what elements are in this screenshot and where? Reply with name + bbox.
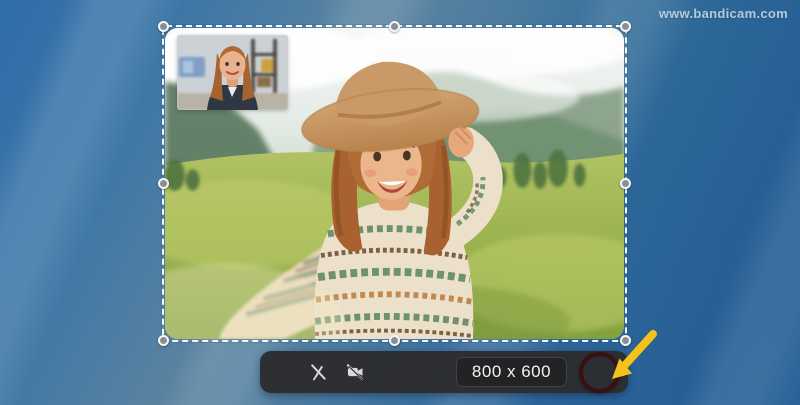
close-button[interactable] (272, 362, 293, 383)
selection-handle-top-middle[interactable] (389, 21, 400, 32)
mic-button[interactable] (412, 355, 446, 389)
selection-handle-top-left[interactable] (158, 21, 169, 32)
webcam-off-button[interactable] (338, 355, 372, 389)
selection-handle-middle-left[interactable] (158, 178, 169, 189)
selection-handle-top-right[interactable] (620, 21, 631, 32)
pointer-arrow-icon (598, 328, 668, 390)
selection-handle-middle-right[interactable] (620, 178, 631, 189)
screen-capture-preview (165, 28, 624, 339)
pen-off-icon (308, 362, 328, 382)
webcam-overlay[interactable] (177, 35, 288, 110)
microphone-icon (419, 362, 439, 382)
draw-off-button[interactable] (301, 355, 335, 389)
speaker-button[interactable] (375, 355, 409, 389)
capture-selection-region[interactable] (162, 25, 627, 342)
recording-toolbar: 800 x 600 (260, 351, 628, 393)
webcam-video-frame (177, 35, 288, 110)
webcam-off-icon (345, 362, 365, 382)
selection-handle-bottom-middle[interactable] (389, 335, 400, 346)
capture-size-label: 800 x 600 (456, 357, 567, 387)
speaker-icon (382, 362, 402, 382)
selection-handle-bottom-left[interactable] (158, 335, 169, 346)
watermark: www.bandicam.com (659, 6, 788, 21)
close-icon (277, 367, 288, 378)
desktop-wallpaper: www.bandicam.com (0, 0, 800, 405)
